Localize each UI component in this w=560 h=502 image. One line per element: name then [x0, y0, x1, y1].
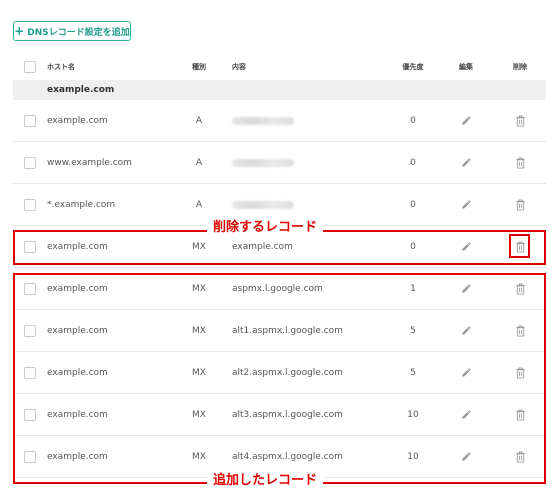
pencil-icon[interactable]	[461, 157, 472, 168]
record-type: A	[195, 157, 203, 168]
add-dns-record-button[interactable]: + DNSレコード設定を追加	[13, 21, 131, 41]
record-host: example.com	[47, 115, 108, 126]
added-records-callout: 追加したレコード	[207, 473, 324, 489]
trash-icon[interactable]	[515, 115, 526, 127]
record-host: *.example.com	[47, 199, 116, 210]
column-header-host: ホスト名	[47, 63, 75, 71]
record-value-masked	[232, 184, 294, 225]
plus-icon: +	[14, 24, 25, 38]
record-value-masked	[232, 142, 294, 183]
column-header-edit: 編集	[459, 63, 473, 71]
record-host: www.example.com	[47, 157, 132, 168]
add-dns-record-label: DNSレコード設定を追加	[27, 27, 130, 38]
record-value-masked	[232, 100, 294, 141]
row-checkbox[interactable]	[24, 198, 36, 211]
table-header: ホスト名 種別 内容 優先度 編集 削除	[13, 54, 546, 80]
column-header-type: 種別	[192, 63, 206, 71]
pencil-icon[interactable]	[461, 115, 472, 126]
trash-icon[interactable]	[515, 157, 526, 169]
column-header-value: 内容	[232, 63, 246, 71]
column-header-delete: 削除	[513, 63, 527, 71]
row-checkbox[interactable]	[24, 156, 36, 169]
trash-icon[interactable]	[515, 199, 526, 211]
domain-group-row: example.com	[13, 80, 546, 100]
delete-record-callout: 削除するレコード	[207, 220, 324, 236]
record-type: A	[195, 115, 203, 126]
table-row: www.example.com A 0	[13, 142, 546, 184]
select-all-checkbox[interactable]	[24, 61, 36, 73]
pencil-icon[interactable]	[461, 199, 472, 210]
column-header-priority: 優先度	[402, 63, 424, 71]
record-priority: 0	[410, 199, 416, 210]
domain-group-label: example.com	[47, 85, 115, 95]
added-records-highlight	[13, 273, 546, 484]
table-row: example.com A 0	[13, 100, 546, 142]
record-priority: 0	[410, 115, 416, 126]
record-type: A	[195, 199, 203, 210]
delete-icon-highlight	[509, 234, 530, 258]
row-checkbox[interactable]	[24, 114, 36, 127]
record-priority: 0	[410, 157, 416, 168]
